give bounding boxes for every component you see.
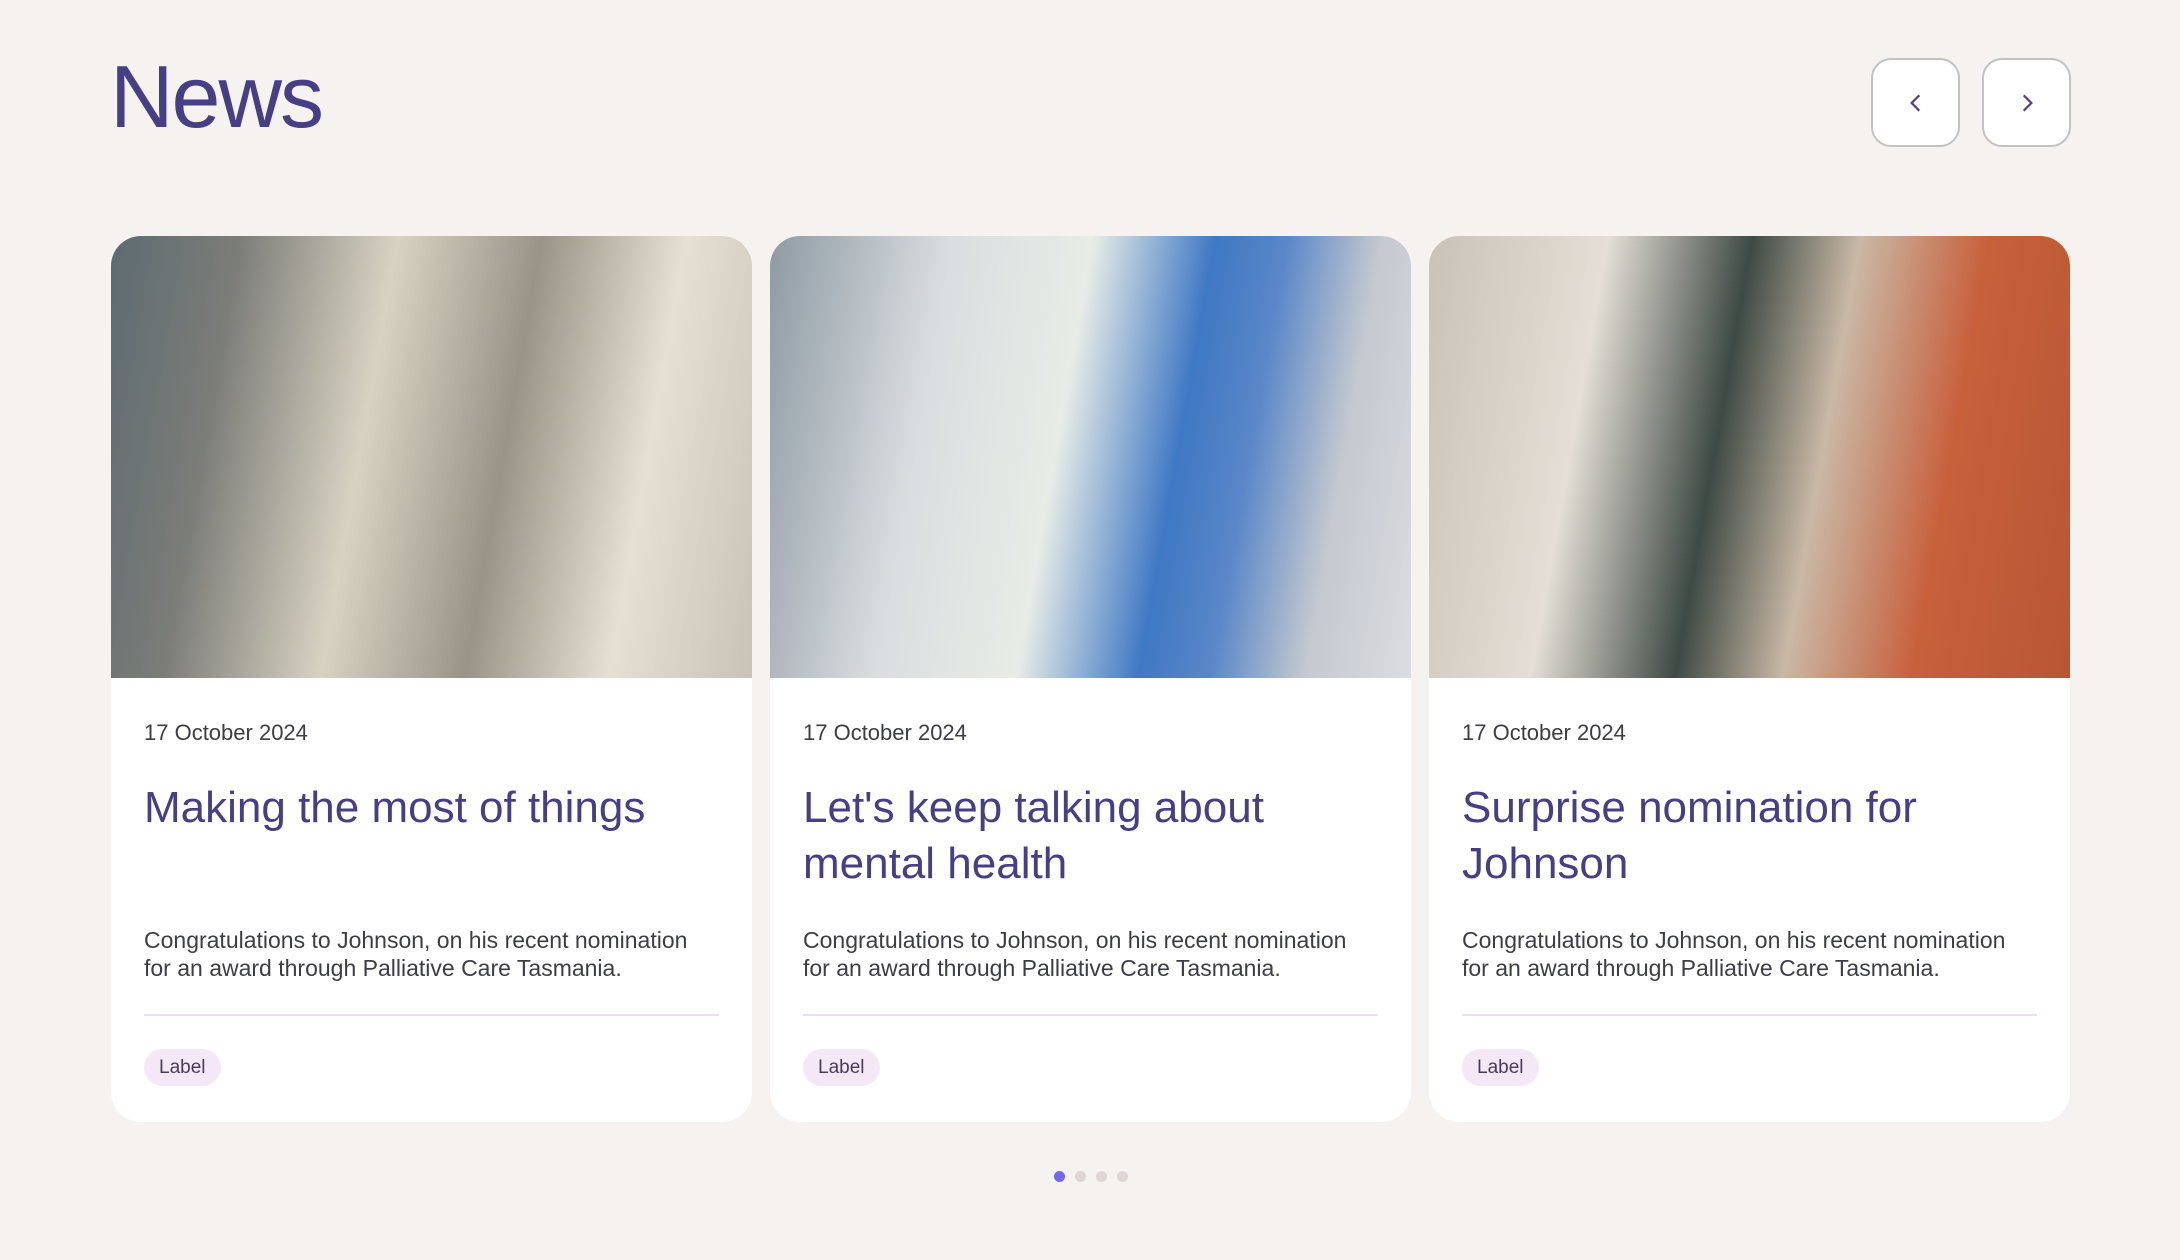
pagination-dot[interactable] bbox=[1117, 1171, 1128, 1182]
news-excerpt: Congratulations to Johnson, on his recen… bbox=[1462, 927, 2006, 981]
pagination-dot[interactable] bbox=[1054, 1171, 1065, 1182]
divider bbox=[144, 1014, 719, 1016]
pagination-dots bbox=[1054, 1171, 1128, 1182]
pagination-dot[interactable] bbox=[1075, 1171, 1086, 1182]
news-card[interactable]: 17 October 2024 Let's keep talking about… bbox=[770, 236, 1411, 1122]
news-card[interactable]: 17 October 2024 Making the most of thing… bbox=[111, 236, 752, 1122]
news-image bbox=[770, 236, 1411, 678]
news-date: 17 October 2024 bbox=[1462, 720, 1626, 745]
news-title[interactable]: Surprise nomination for Johnson bbox=[1462, 780, 2037, 892]
pagination-dot[interactable] bbox=[1096, 1171, 1107, 1182]
news-label[interactable]: Label bbox=[1462, 1049, 1539, 1086]
page-title: News bbox=[110, 47, 324, 146]
news-date: 17 October 2024 bbox=[144, 720, 308, 745]
news-title[interactable]: Let's keep talking about mental health bbox=[803, 780, 1378, 892]
chevron-right-icon bbox=[2022, 94, 2033, 111]
news-label[interactable]: Label bbox=[144, 1049, 221, 1086]
news-label[interactable]: Label bbox=[803, 1049, 880, 1086]
next-button[interactable] bbox=[1982, 58, 2071, 147]
divider bbox=[1462, 1014, 2037, 1016]
news-date: 17 October 2024 bbox=[803, 720, 967, 745]
prev-button[interactable] bbox=[1871, 58, 1960, 147]
news-image bbox=[111, 236, 752, 678]
news-card[interactable]: 17 October 2024 Surprise nomination for … bbox=[1429, 236, 2070, 1122]
divider bbox=[803, 1014, 1378, 1016]
news-title[interactable]: Making the most of things bbox=[144, 780, 719, 892]
chevron-left-icon bbox=[1909, 94, 1920, 111]
news-image bbox=[1429, 236, 2070, 678]
news-excerpt: Congratulations to Johnson, on his recen… bbox=[144, 927, 688, 981]
news-excerpt: Congratulations to Johnson, on his recen… bbox=[803, 927, 1347, 981]
